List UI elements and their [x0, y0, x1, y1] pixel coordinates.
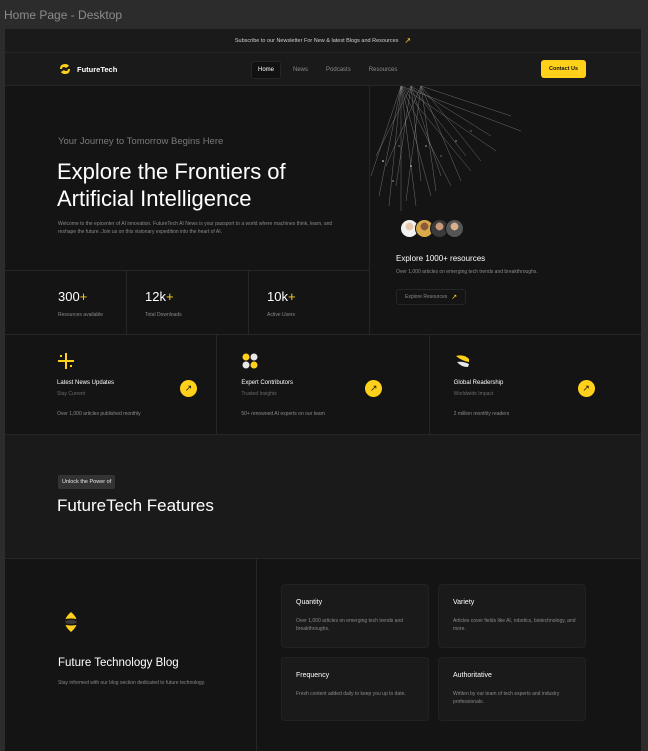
resources-title: Explore 1000+ resources: [396, 254, 486, 263]
blog-title: Future Technology Blog: [58, 657, 179, 669]
logo[interactable]: FutureTech: [57, 61, 117, 77]
feature-description: 2 million monthly readers: [453, 411, 510, 417]
blog-icon: [61, 612, 81, 632]
arrow-up-right-icon[interactable]: ↗: [577, 380, 595, 397]
explore-resources-label: Explore Resources: [405, 294, 448, 300]
hero-description: Welcome to the epicenter of AI innovatio…: [58, 221, 333, 235]
hero-tagline: Your Journey to Tomorrow Begins Here: [58, 136, 224, 147]
hero-left: Your Journey to Tomorrow Begins Here Exp…: [5, 86, 370, 334]
feature-title: Expert Contributors: [241, 380, 294, 386]
nav-podcasts[interactable]: Podcasts: [320, 62, 357, 78]
feature-subtitle: Stay Current: [57, 391, 86, 397]
explore-resources-button[interactable]: Explore Resources ↗: [396, 289, 467, 305]
resources-description: Over 1,000 articles on emerging tech tre…: [396, 269, 538, 275]
banner-text: Subscribe to our Newsletter For New & la…: [234, 37, 399, 44]
stats-row: 300+ Resources available 12k+ Total Down…: [5, 270, 370, 334]
hero-right: Explore 1000+ resources Over 1,000 artic…: [371, 86, 641, 334]
hero-title: Explore the Frontiers of Artificial Inte…: [57, 158, 357, 212]
stat-label: Total Downloads: [145, 312, 182, 318]
feature-card-news[interactable]: Latest News Updates Stay Current Over 1,…: [5, 335, 218, 434]
stat-downloads: 12k+ Total Downloads: [127, 271, 249, 334]
stat-plus: +: [79, 289, 88, 304]
blog-card-frequency[interactable]: Frequency Fresh content added daily to k…: [281, 657, 429, 721]
brand-name: FutureTech: [77, 64, 118, 74]
sparkle-icon: [58, 353, 74, 369]
nav-news[interactable]: News: [287, 62, 314, 78]
blog-section: Future Technology Blog Stay informed wit…: [5, 559, 641, 751]
stat-label: Resources available: [58, 312, 104, 318]
nav-home[interactable]: Home: [251, 61, 282, 79]
blog-card-variety[interactable]: Variety Articles cover fields like AI, r…: [438, 584, 586, 648]
frame-label: Home Page - Desktop: [4, 8, 123, 22]
hero-title-line1: Explore the Frontiers of: [57, 159, 286, 184]
blog-card-quantity[interactable]: Quantity Over 1,000 articles on emerging…: [281, 584, 429, 648]
light-rays-graphic: [371, 86, 522, 211]
hero-section: Your Journey to Tomorrow Begins Here Exp…: [5, 86, 641, 334]
blog-card-description: Written by our team of tech experts and …: [453, 691, 560, 705]
features-section-header: Unlock the Power of FutureTech Features: [5, 435, 641, 559]
feature-title: Latest News Updates: [57, 380, 115, 386]
nav-resources[interactable]: Resources: [363, 62, 404, 78]
blog-card-title: Quantity: [296, 599, 323, 606]
blog-card-title: Frequency: [296, 672, 330, 679]
avatar-group: [400, 219, 464, 238]
dots-icon: [242, 353, 258, 369]
stat-label: Active Users: [267, 312, 296, 318]
blog-card-authoritative[interactable]: Authoritative Written by our team of tec…: [438, 657, 586, 721]
feature-subtitle: Worldwide Impact: [453, 391, 494, 397]
blog-intro: Future Technology Blog Stay informed wit…: [5, 559, 257, 751]
blog-card-title: Authoritative: [453, 672, 492, 679]
blog-card-description: Over 1,000 articles on emerging tech tre…: [296, 618, 404, 632]
leaf-icon: [455, 355, 469, 367]
stat-value: 10k: [267, 289, 288, 304]
feature-description: 50+ renowned AI experts on our team: [241, 411, 325, 417]
arrow-up-right-icon: ↗: [451, 294, 458, 301]
stat-value: 12k: [145, 289, 166, 304]
arrow-up-right-icon[interactable]: ↗: [180, 380, 197, 397]
arrow-up-right-icon: ↗: [404, 36, 412, 45]
avatar: [445, 219, 464, 238]
stat-plus: +: [165, 289, 174, 304]
section-pill: Unlock the Power of: [58, 475, 116, 489]
hero-title-line2: Artificial Intelligence: [57, 186, 252, 211]
blog-card-title: Variety: [453, 599, 475, 606]
newsletter-banner[interactable]: Subscribe to our Newsletter For New & la…: [5, 29, 641, 53]
blog-description: Stay informed with our blog section dedi…: [58, 680, 206, 686]
stat-plus: +: [287, 289, 296, 304]
features-row: Latest News Updates Stay Current Over 1,…: [5, 334, 641, 435]
feature-card-contributors[interactable]: Expert Contributors Trusted Insights 50+…: [217, 335, 430, 434]
stat-value: 300: [58, 289, 80, 304]
blog-card-description: Articles cover fields like AI, robotics,…: [453, 618, 576, 632]
section-title: FutureTech Features: [57, 496, 214, 515]
feature-description: Over 1,000 articles published monthly: [57, 411, 141, 417]
arrow-up-right-icon[interactable]: ↗: [365, 380, 383, 397]
stat-resources: 300+ Resources available: [5, 271, 127, 334]
blog-card-description: Fresh content added daily to keep you up…: [296, 691, 406, 697]
contact-us-button[interactable]: Contact Us: [541, 60, 586, 78]
feature-card-readership[interactable]: Global Readership Worldwide Impact 2 mil…: [430, 335, 641, 434]
logo-icon: [60, 64, 70, 74]
navbar: FutureTech Home News Podcasts Resources …: [5, 53, 641, 86]
feature-subtitle: Trusted Insights: [241, 391, 277, 397]
feature-title: Global Readership: [453, 380, 504, 386]
stat-users: 10k+ Active Users: [249, 271, 370, 334]
nav-links: Home News Podcasts Resources: [251, 61, 403, 79]
website: Subscribe to our Newsletter For New & la…: [5, 29, 641, 751]
